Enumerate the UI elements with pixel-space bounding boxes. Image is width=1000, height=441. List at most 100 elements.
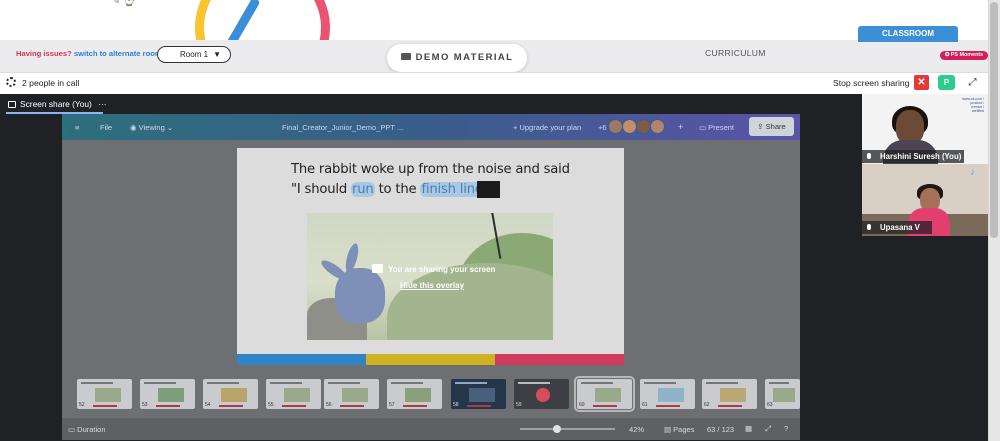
- viewing-label: Viewing: [138, 123, 165, 132]
- tab-curriculum[interactable]: CURRICULUM: [705, 48, 766, 58]
- collaborator-avatar: [650, 119, 665, 134]
- participant-avatar[interactable]: P: [938, 75, 955, 90]
- mic-icon: [867, 224, 871, 230]
- participant-name-self: Harshini Suresh (You): [862, 150, 964, 163]
- expand-icon[interactable]: ⤢: [966, 76, 979, 89]
- participant-video: [896, 110, 924, 144]
- pages-label: Pages: [673, 425, 695, 434]
- hill: [387, 263, 553, 340]
- highlight-word-run: run: [351, 182, 375, 197]
- add-collaborator-icon[interactable]: +: [678, 122, 683, 132]
- thumbnail-number: 53: [142, 402, 148, 408]
- pages-button[interactable]: ▤ Pages: [664, 425, 694, 434]
- file-menu[interactable]: File: [100, 123, 112, 132]
- thumbnail-number: 52: [79, 402, 85, 408]
- slide-thumbnail-selected[interactable]: 60: [574, 376, 635, 412]
- slide-thumbnail[interactable]: 58: [451, 379, 506, 409]
- duration-label: Duration: [77, 425, 106, 434]
- slide-stripe-yellow: [366, 354, 495, 365]
- sharing-overlay-title: You are sharing your screen: [388, 265, 496, 274]
- room-select[interactable]: Room 1 ▼: [157, 46, 231, 63]
- scrollbar-thumb[interactable]: [990, 2, 998, 238]
- rabbit-illustration: [307, 213, 553, 340]
- zoom-level: 42%: [629, 425, 645, 434]
- app-root: ✎ ⌚ Having issues? switch to alternate r…: [0, 0, 1000, 441]
- thumbnail-number: 57: [389, 402, 395, 408]
- thumbnail-number: 60: [579, 402, 585, 408]
- stop-sharing-button[interactable]: ✕: [914, 75, 929, 90]
- people-count: 2 people in call: [22, 78, 80, 88]
- slide-thumbnail[interactable]: 54: [203, 379, 258, 409]
- slide-thumbnail[interactable]: 52: [77, 379, 132, 409]
- mic-icon: [867, 153, 871, 159]
- stop-sharing-text: Stop screen sharing: [833, 78, 910, 88]
- slide-stripe-red: [495, 354, 624, 365]
- collaborator-avatar: [636, 119, 651, 134]
- blank-box: [477, 181, 500, 198]
- slide-thumbnail[interactable]: 63: [765, 379, 800, 409]
- page-scrollbar[interactable]: [988, 0, 1000, 441]
- issues-text: Having issues? switch to alternate room: [16, 49, 162, 58]
- present-button[interactable]: ▭ Present: [699, 123, 734, 132]
- participant-name-other: Upasana V: [862, 221, 932, 234]
- folder-icon: [400, 53, 411, 60]
- slide-thumbnail[interactable]: 62: [702, 379, 757, 409]
- thumbnail-number: 55: [268, 402, 274, 408]
- fullscreen-icon[interactable]: ⤢: [765, 424, 771, 434]
- monitor-icon: [8, 101, 16, 108]
- slide-thumbnail[interactable]: 53: [140, 379, 195, 409]
- page-count: 63 / 123: [707, 425, 735, 434]
- share-button[interactable]: ⇪ Share: [749, 117, 794, 136]
- participants-panel-empty: [862, 236, 988, 441]
- ps-moments-badge[interactable]: ✪ PS Moments: [940, 51, 988, 60]
- participant-name-text: Harshini Suresh (You): [880, 152, 962, 161]
- ps-moments-label: PS Moments: [950, 52, 984, 58]
- duration-button[interactable]: ▭ Duration: [68, 425, 106, 434]
- doc-title: Final_Creator_Junior_Demo_PPT ...: [282, 123, 404, 132]
- thumbnail-number: 61: [642, 402, 648, 408]
- slide-text-part: "I should: [291, 182, 352, 197]
- share-label: Share: [765, 122, 786, 131]
- tab-demo-material[interactable]: DEMO MATERIAL: [387, 44, 527, 72]
- tab-demo-material-label: DEMO MATERIAL: [415, 52, 514, 63]
- collaborator-avatar: [608, 119, 623, 134]
- hide-overlay-link[interactable]: Hide this overlay: [400, 281, 464, 290]
- room-select-value: Room 1: [180, 50, 209, 59]
- rabbit: [335, 268, 385, 323]
- hand-wave-icon: ♪: [970, 167, 975, 178]
- slide-thumbnail[interactable]: 57: [387, 379, 442, 409]
- gear-icon[interactable]: [6, 77, 16, 87]
- tab-screen-share-label: Screen share (You): [20, 99, 92, 109]
- viewing-mode[interactable]: ◉ Viewing ⌄: [130, 123, 173, 132]
- caret-down-icon: ▼: [213, 50, 221, 59]
- slide-text-line2: "I should run to the finish line": [291, 182, 490, 197]
- upgrade-plan-link[interactable]: + Upgrade your plan: [513, 123, 581, 132]
- grid-view-icon[interactable]: ▦: [745, 424, 752, 433]
- zoom-slider[interactable]: [520, 428, 615, 430]
- tab-classroom-underline: [858, 40, 958, 42]
- collaborator-avatar: [622, 119, 637, 134]
- top-banner: [0, 0, 988, 40]
- issues-label: Having issues?: [16, 49, 72, 58]
- slide-thumbnail[interactable]: 59: [514, 379, 569, 409]
- more-icon[interactable]: ···: [98, 99, 106, 109]
- slide-thumbnail[interactable]: 61: [640, 379, 695, 409]
- slide-stripe-blue: [237, 354, 366, 365]
- help-icon[interactable]: ?: [784, 424, 788, 433]
- thumbnail-number: 58: [453, 402, 459, 408]
- alternate-room-link[interactable]: switch to alternate room: [74, 49, 162, 58]
- thumbnail-number: 63: [767, 402, 773, 408]
- highlight-word-finish-line: finish line: [420, 182, 484, 197]
- zoom-slider-handle[interactable]: [553, 425, 561, 433]
- tab-screen-share[interactable]: Screen share (You) ···: [8, 99, 107, 109]
- tile-logo: www.ok.com / product / mentor / certifie…: [962, 97, 984, 113]
- present-label: Present: [708, 123, 735, 132]
- thumbnail-number: 59: [516, 402, 522, 408]
- menu-icon[interactable]: ≡: [75, 123, 79, 132]
- thumbnail-number: 54: [205, 402, 211, 408]
- slide-thumbnail[interactable]: 55: [266, 379, 321, 409]
- slide-text-line1: The rabbit woke up from the noise and sa…: [291, 162, 570, 177]
- slide-text-part: to the: [374, 182, 421, 197]
- slide-thumbnail[interactable]: 56: [324, 379, 379, 409]
- pen-icon[interactable]: ✎ ⌚: [112, 0, 136, 7]
